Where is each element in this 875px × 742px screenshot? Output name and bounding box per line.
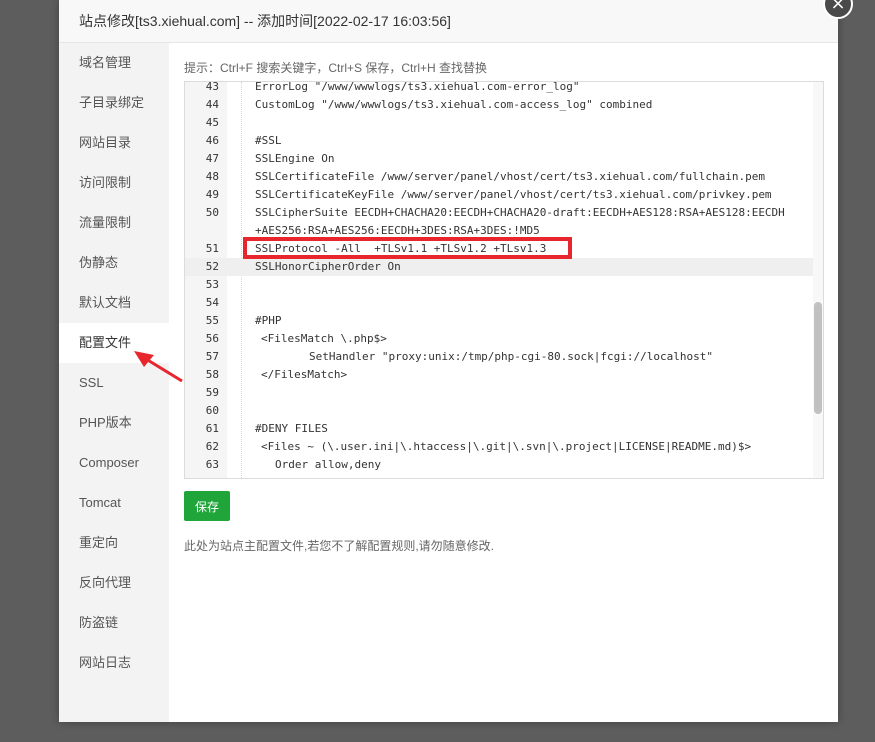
config-file-panel: 提示：Ctrl+F 搜索关键字，Ctrl+S 保存，Ctrl+H 查找替换 43… xyxy=(169,43,838,722)
line-number: 49 xyxy=(205,188,219,201)
line-text: Order allow,deny xyxy=(275,458,381,471)
line-text: SSLCertificateKeyFile /www/server/panel/… xyxy=(255,188,772,201)
highlight-annotation-box xyxy=(243,237,572,259)
sidebar-item-composer[interactable]: Composer xyxy=(59,443,169,483)
line-text: SSLCipherSuite EECDH+CHACHA20:EECDH+CHAC… xyxy=(255,206,792,237)
line-number: 61 xyxy=(205,422,219,435)
line-number: 62 xyxy=(205,440,219,453)
line-number: 53 xyxy=(205,278,219,291)
code-line: 52 SSLHonorCipherOrder On xyxy=(185,258,823,276)
sidebar-item-rewrite[interactable]: 伪静态 xyxy=(59,243,169,283)
sidebar-item-subdir-binding[interactable]: 子目录绑定 xyxy=(59,83,169,123)
sidebar-item-php-version[interactable]: PHP版本 xyxy=(59,403,169,443)
code-line: 63 Order allow,deny xyxy=(185,456,823,474)
code-line: 56 <FilesMatch \.php$> xyxy=(185,330,823,348)
code-lines: 43 ErrorLog "/www/wwwlogs/ts3.xiehual.com… xyxy=(185,81,823,478)
line-number: 58 xyxy=(205,368,219,381)
code-line: 64 Deny from all xyxy=(185,474,823,478)
sidebar-item-traffic-limit[interactable]: 流量限制 xyxy=(59,203,169,243)
code-line: 54 xyxy=(185,294,823,312)
red-arrow-annotation-icon xyxy=(134,351,183,383)
line-number: 55 xyxy=(205,314,219,327)
scrollbar-thumb[interactable] xyxy=(814,302,822,414)
code-line: 47 SSLEngine On xyxy=(185,150,823,168)
line-number: 57 xyxy=(205,350,219,363)
editor-hint: 提示：Ctrl+F 搜索关键字，Ctrl+S 保存，Ctrl+H 查找替换 xyxy=(184,61,488,75)
code-line: 49 SSLCertificateKeyFile /www/server/pane… xyxy=(185,186,823,204)
line-text: SSLEngine On xyxy=(255,152,335,165)
line-text: ErrorLog "/www/wwwlogs/ts3.xiehual.com-e… xyxy=(255,81,580,93)
line-number: 51 xyxy=(205,242,219,255)
line-number: 43 xyxy=(205,81,219,93)
line-number: 46 xyxy=(205,134,219,147)
line-text: SSLHonorCipherOrder On xyxy=(255,260,401,273)
dialog-titlebar: 站点修改[ts3.xiehual.com] -- 添加时间[2022-02-17… xyxy=(59,0,838,43)
code-line: 46 #SSL xyxy=(185,132,823,150)
code-line: 58 </FilesMatch> xyxy=(185,366,823,384)
line-number: 59 xyxy=(205,386,219,399)
code-line: 44 CustomLog "/www/wwwlogs/ts3.xiehual.co… xyxy=(185,96,823,114)
line-number: 50 xyxy=(205,206,219,219)
sidebar-item-redirect[interactable]: 重定向 xyxy=(59,523,169,563)
line-text: #DENY FILES xyxy=(255,422,328,435)
line-number: 63 xyxy=(205,458,219,471)
code-line: 62 <Files ~ (\.user.ini|\.htaccess|\.git|… xyxy=(185,438,823,456)
line-number: 60 xyxy=(205,404,219,417)
config-warning-note: 此处为站点主配置文件,若您不了解配置规则,请勿随意修改. xyxy=(184,539,495,553)
line-number: 47 xyxy=(205,152,219,165)
dialog-title: 站点修改[ts3.xiehual.com] -- 添加时间[2022-02-17… xyxy=(79,13,451,29)
line-text: <Files ~ (\.user.ini|\.htaccess|\.git|\.… xyxy=(261,440,752,453)
line-text: #PHP xyxy=(255,314,282,327)
line-text: Deny from all xyxy=(275,474,805,478)
code-line: 50 SSLCipherSuite EECDH+CHACHA20:EECDH+CH… xyxy=(185,204,823,240)
code-line: 45 xyxy=(185,114,823,132)
line-number: 64 xyxy=(185,474,219,478)
line-text: #SSL xyxy=(255,134,282,147)
save-button[interactable]: 保存 xyxy=(184,491,230,521)
line-number: 52 xyxy=(205,260,219,273)
line-text: <FilesMatch \.php$> xyxy=(261,332,387,345)
sidebar-item-reverse-proxy[interactable]: 反向代理 xyxy=(59,563,169,603)
line-number: 48 xyxy=(205,170,219,183)
code-editor[interactable]: 43 ErrorLog "/www/wwwlogs/ts3.xiehual.com… xyxy=(184,81,824,479)
code-line: 43 ErrorLog "/www/wwwlogs/ts3.xiehual.com… xyxy=(185,81,823,96)
code-line: 48 SSLCertificateFile /www/server/panel/v… xyxy=(185,168,823,186)
code-line: 59 xyxy=(185,384,823,402)
line-number: 45 xyxy=(205,116,219,129)
code-line: 57 SetHandler "proxy:unix:/tmp/php-cgi-80… xyxy=(185,348,823,366)
line-text: SSLCertificateFile /www/server/panel/vho… xyxy=(255,170,765,183)
code-line: 60 xyxy=(185,402,823,420)
sidebar-item-tomcat[interactable]: Tomcat xyxy=(59,483,169,523)
line-text: CustomLog "/www/wwwlogs/ts3.xiehual.com-… xyxy=(255,98,653,111)
line-number: 56 xyxy=(205,332,219,345)
sidebar-item-access-limit[interactable]: 访问限制 xyxy=(59,163,169,203)
sidebar-item-hotlink-protection[interactable]: 防盗链 xyxy=(59,603,169,643)
line-number: 44 xyxy=(205,98,219,111)
line-number: 54 xyxy=(205,296,219,309)
line-text: SetHandler "proxy:unix:/tmp/php-cgi-80.s… xyxy=(309,350,713,363)
editor-scrollbar[interactable] xyxy=(813,82,823,478)
sidebar-item-site-directory[interactable]: 网站目录 xyxy=(59,123,169,163)
code-line: 55 #PHP xyxy=(185,312,823,330)
sidebar-item-domain[interactable]: 域名管理 xyxy=(59,43,169,83)
code-line: 61 #DENY FILES xyxy=(185,420,823,438)
line-text: </FilesMatch> xyxy=(261,368,348,381)
sidebar-item-default-doc[interactable]: 默认文档 xyxy=(59,283,169,323)
code-line: 53 xyxy=(185,276,823,294)
sidebar-item-site-logs[interactable]: 网站日志 xyxy=(59,643,169,683)
